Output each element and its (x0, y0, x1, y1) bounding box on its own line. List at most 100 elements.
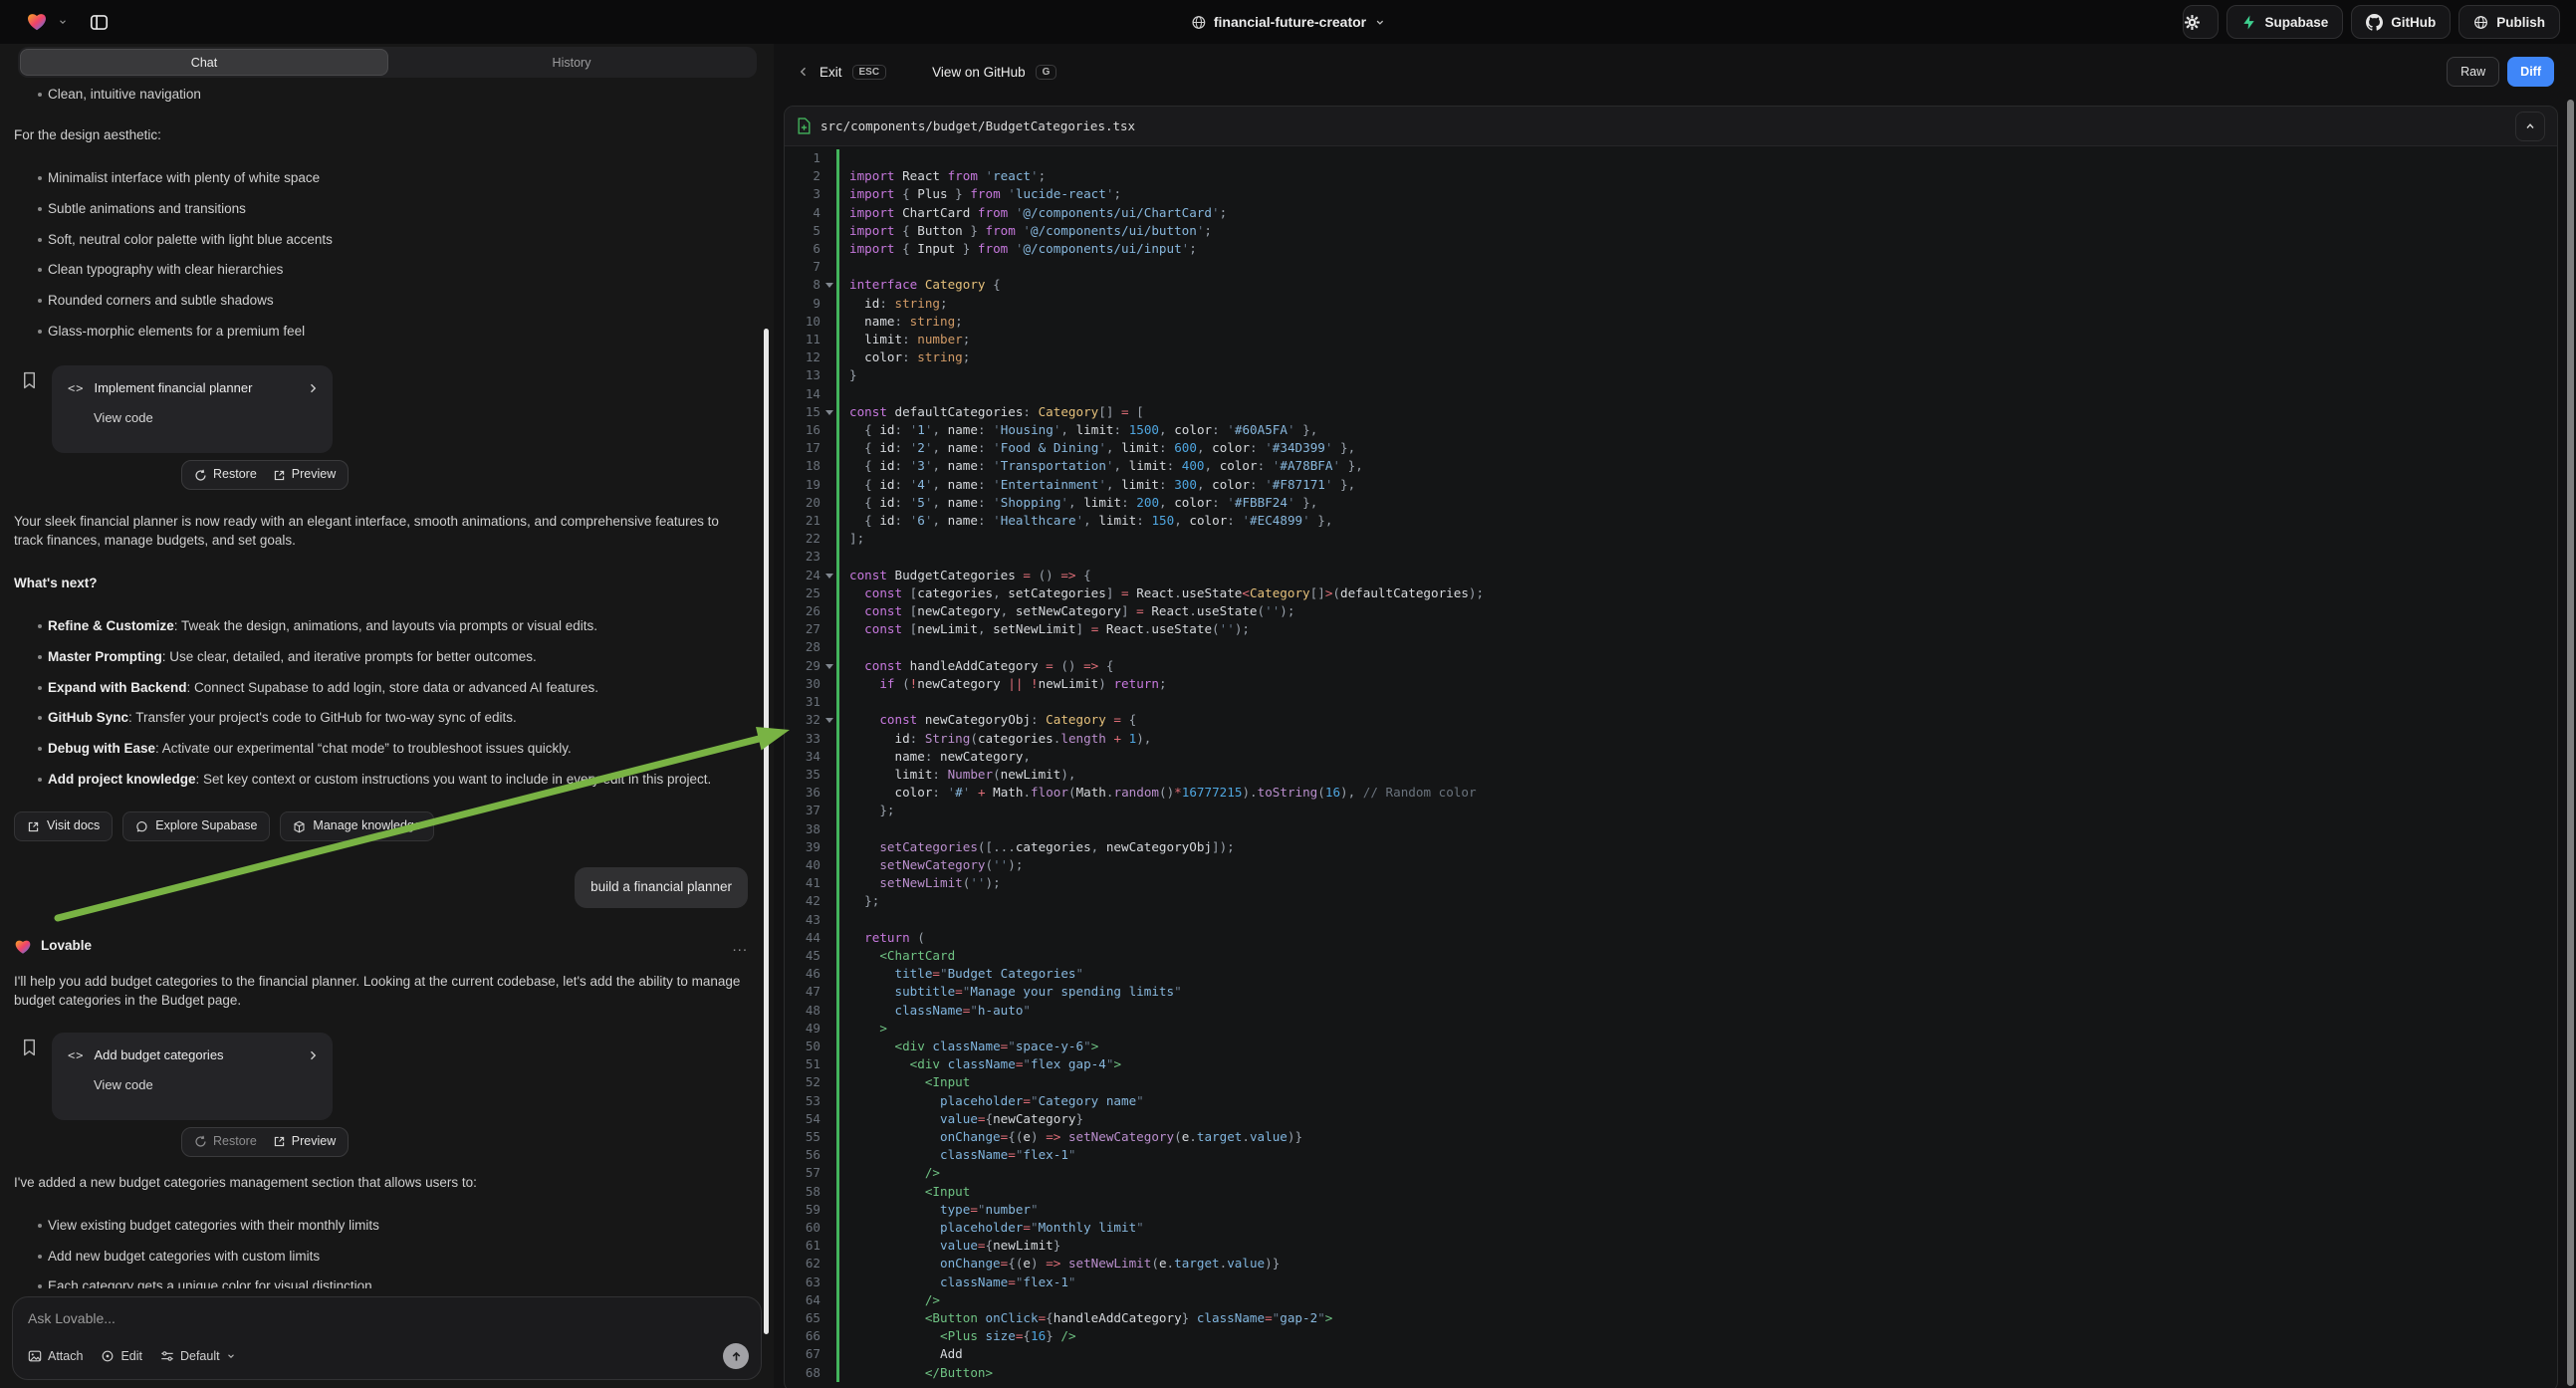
preview-label: Preview (292, 1133, 336, 1151)
code-line: 60 placeholder="Monthly limit" (785, 1219, 2557, 1237)
ready-paragraph: Your sleek financial planner is now read… (14, 513, 746, 551)
code-line: 40 setNewCategory(''); (785, 856, 2557, 874)
tab-history[interactable]: History (388, 49, 755, 76)
supabase-label: Supabase (2264, 15, 2328, 30)
github-icon (2366, 14, 2383, 31)
tab-history-label: History (553, 56, 591, 70)
list-item: Master Prompting: Use clear, detailed, a… (14, 648, 748, 667)
code-line: 5import { Button } from '@/components/ui… (785, 222, 2557, 240)
view-code-link[interactable]: View code (94, 409, 319, 427)
code-line: 68 </Button> (785, 1364, 2557, 1382)
chevron-down-icon (1374, 17, 1385, 28)
attach-button[interactable]: Attach (28, 1349, 83, 1363)
publish-button[interactable]: Publish (2459, 5, 2560, 39)
code-line: 67 Add (785, 1345, 2557, 1363)
code-line: 15const defaultCategories: Category[] = … (785, 403, 2557, 421)
chat-input-box[interactable]: Ask Lovable... Attach Edit Default (12, 1296, 762, 1380)
list-item: Glass-morphic elements for a premium fee… (14, 323, 748, 342)
send-button[interactable] (723, 1343, 749, 1369)
code-line: 34 name: newCategory, (785, 748, 2557, 766)
code-line: 59 type="number" (785, 1201, 2557, 1219)
restore-icon (194, 1135, 207, 1148)
edit-card-title: Implement financial planner (94, 379, 297, 397)
file-diff-card: src/components/budget/BudgetCategories.t… (784, 106, 2558, 1388)
raw-toggle-button[interactable]: Raw (2447, 57, 2499, 87)
edit-mode-button[interactable]: Edit (101, 1349, 142, 1363)
code-line: 33 id: String(categories.length + 1), (785, 730, 2557, 748)
tab-chat[interactable]: Chat (20, 49, 388, 76)
code-icon: <> (68, 380, 84, 397)
next-steps-list: Refine & Customize: Tweak the design, an… (14, 617, 748, 790)
code-line: 51 <div className="flex gap-4"> (785, 1055, 2557, 1073)
code-line: 18 { id: '3', name: 'Transportation', li… (785, 457, 2557, 475)
preview-button[interactable]: Preview (273, 1133, 336, 1151)
gear-icon (2184, 14, 2201, 31)
sidebar-toggle-icon[interactable] (90, 13, 109, 32)
mode-selector[interactable]: Default (160, 1349, 236, 1363)
code-line: 26 const [newCategory, setNewCategory] =… (785, 602, 2557, 620)
edit-card[interactable]: <> Implement financial planner View code (52, 365, 333, 453)
chat-scrollbar[interactable] (764, 329, 769, 1334)
view-on-github-label: View on GitHub (932, 65, 1026, 80)
code-line: 4import ChartCard from '@/components/ui/… (785, 204, 2557, 222)
code-line: 63 className="flex-1" (785, 1273, 2557, 1291)
manage-knowledge-button[interactable]: Manage knowledge (280, 811, 433, 841)
code-line: 62 onChange={(e) => setNewLimit(e.target… (785, 1255, 2557, 1272)
list-item: Add new budget categories with custom li… (14, 1248, 748, 1267)
file-header[interactable]: src/components/budget/BudgetCategories.t… (785, 107, 2557, 146)
code-line: 19 { id: '4', name: 'Entertainment', lim… (785, 476, 2557, 494)
code-line: 52 <Input (785, 1073, 2557, 1091)
code-line: 49 > (785, 1020, 2557, 1038)
code-topbar: Exit ESC View on GitHub G Raw Diff (774, 44, 2576, 100)
list-item: Subtle animations and transitions (14, 200, 748, 219)
lovable-logo[interactable] (26, 12, 48, 32)
app-window: financial-future-creator Supabase GitHub… (0, 0, 2576, 1388)
code-line: 36 color: '#' + Math.floor(Math.random()… (785, 784, 2557, 802)
chevron-right-icon (307, 1049, 319, 1061)
tab-chat-label: Chat (191, 56, 217, 70)
settings-button[interactable] (2183, 5, 2219, 39)
code-line: 65 <Button onClick={handleAddCategory} c… (785, 1309, 2557, 1327)
code-line: 32 const newCategoryObj: Category = { (785, 711, 2557, 729)
external-link-icon (273, 1135, 286, 1148)
edit-label: Edit (120, 1349, 142, 1363)
supabase-button[interactable]: Supabase (2226, 5, 2343, 39)
edit-card[interactable]: <> Add budget categories View code (52, 1033, 333, 1120)
restore-button[interactable]: Restore (194, 1133, 257, 1151)
bookmark-icon[interactable] (22, 371, 37, 389)
message-more-button[interactable]: ... (732, 936, 748, 957)
code-line: 13} (785, 366, 2557, 384)
chat-transcript[interactable]: Clean, intuitive navigation For the desi… (0, 84, 774, 1288)
diff-toggle-button[interactable]: Diff (2507, 57, 2554, 87)
code-panel: Exit ESC View on GitHub G Raw Diff src/c… (774, 44, 2576, 1388)
explore-supabase-button[interactable]: Explore Supabase (122, 811, 270, 841)
visit-docs-button[interactable]: Visit docs (14, 811, 113, 841)
restore-button[interactable]: Restore (194, 466, 257, 484)
logo-dropdown-chevron-icon[interactable] (58, 17, 68, 27)
bookmark-icon[interactable] (22, 1039, 37, 1056)
code-line: 21 { id: '6', name: 'Healthcare', limit:… (785, 512, 2557, 530)
code-scrollbar[interactable] (2567, 100, 2574, 1386)
project-selector[interactable]: financial-future-creator (1191, 14, 1385, 30)
list-item: GitHub Sync: Transfer your project's cod… (14, 709, 748, 728)
code-line: 20 { id: '5', name: 'Shopping', limit: 2… (785, 494, 2557, 512)
user-message: build a financial planner (575, 867, 748, 908)
help-paragraph: I'll help you add budget categories to t… (14, 973, 746, 1011)
code-line: 35 limit: Number(newLimit), (785, 766, 2557, 784)
exit-button[interactable]: Exit ESC (798, 65, 886, 80)
code-line: 6import { Input } from '@/components/ui/… (785, 240, 2557, 258)
preview-button[interactable]: Preview (273, 466, 336, 484)
code-line: 57 /> (785, 1164, 2557, 1182)
restore-preview-pill: Restore Preview (181, 460, 349, 490)
github-button[interactable]: GitHub (2351, 5, 2451, 39)
code-line: 66 <Plus size={16} /> (785, 1327, 2557, 1345)
code-line: 37 }; (785, 802, 2557, 819)
code-line: 7 (785, 258, 2557, 276)
code-line: 61 value={newLimit} (785, 1237, 2557, 1255)
lovable-heart-icon (14, 939, 32, 955)
view-code-link[interactable]: View code (94, 1076, 319, 1094)
view-on-github-button[interactable]: View on GitHub G (932, 65, 1056, 80)
collapse-file-button[interactable] (2515, 112, 2545, 141)
list-item: Add project knowledge: Set key context o… (14, 771, 748, 790)
code-editor[interactable]: 1 2import React from 'react';3import { P… (785, 147, 2557, 1388)
